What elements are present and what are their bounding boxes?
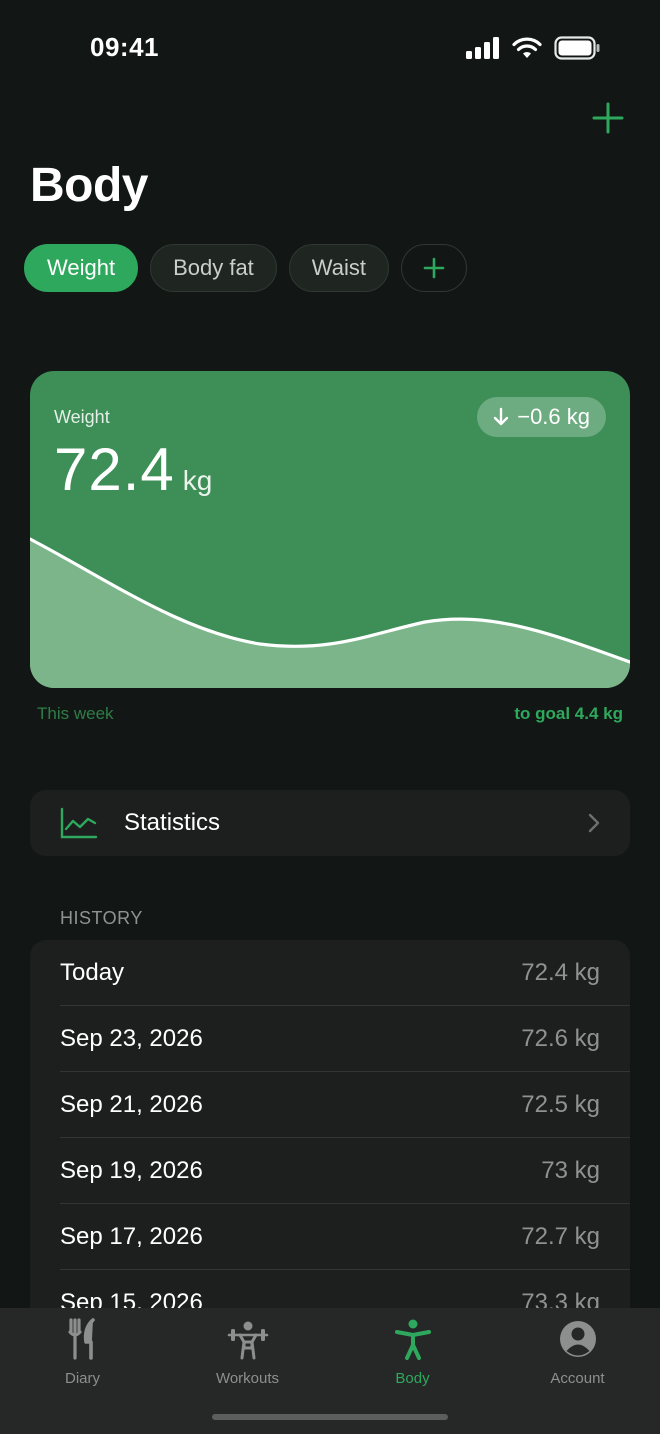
card-footer: This week to goal 4.4 kg [37,704,623,724]
weight-change-value: −0.6 kg [517,404,590,429]
history-row[interactable]: Sep 21, 2026 72.5 kg [30,1072,630,1138]
history-value: 72.6 kg [521,1025,600,1052]
history-date: Sep 23, 2026 [60,1025,203,1052]
card-metric-label: Weight [54,407,110,427]
person-icon [394,1319,431,1360]
history-date: Sep 21, 2026 [60,1091,203,1118]
metric-chips: Weight Body fat Waist [24,244,467,292]
history-value: 73 kg [541,1157,600,1184]
chip-weight[interactable]: Weight [24,244,139,292]
fork-knife-icon [67,1318,95,1360]
page-title: Body [30,159,149,212]
screen: 09:41 Body Weight Body fat Waist Weight … [0,0,660,1434]
tab-account-label: Account [550,1370,605,1387]
home-indicator [212,1414,448,1420]
history-value: 72.7 kg [521,1223,600,1250]
tab-body-label: Body [395,1370,430,1387]
period-label: This week [37,704,114,723]
history-value: 72.5 kg [521,1091,600,1118]
battery-icon [554,36,600,60]
history-date: Sep 19, 2026 [60,1157,203,1184]
history-value: 72.4 kg [521,959,600,986]
history-title: HISTORY [60,908,143,928]
history-date: Today [60,959,125,986]
tab-diary[interactable]: Diary [0,1308,165,1434]
line-chart-icon [60,807,98,839]
history-list: Today 72.4 kg Sep 23, 2026 72.6 kg Sep 2… [30,940,630,1360]
history-row[interactable]: Sep 23, 2026 72.6 kg [30,1006,630,1072]
history-row[interactable]: Today 72.4 kg [30,940,630,1006]
weight-trend-area [30,539,630,688]
tab-workouts-label: Workouts [215,1370,280,1387]
current-weight: 72.4 kg [54,435,212,504]
weight-change-badge: −0.6 kg [477,397,606,437]
status-icons [466,36,600,60]
wifi-icon [512,37,542,58]
status-time: 09:41 [90,32,159,62]
history-row[interactable]: Sep 17, 2026 72.7 kg [30,1204,630,1270]
account-circle-icon [559,1321,596,1357]
statistics-label: Statistics [124,809,221,836]
add-metric-button[interactable] [400,244,467,292]
statistics-row[interactable]: Statistics [30,790,630,856]
current-weight-unit: kg [182,465,213,496]
tab-account[interactable]: Account [495,1308,660,1434]
chip-body-fat[interactable]: Body fat [150,244,277,292]
history-date: Sep 17, 2026 [60,1223,203,1250]
current-weight-value: 72.4 [54,436,175,503]
plus-icon [423,257,445,279]
goal-label: to goal 4.4 kg [514,704,623,723]
weightlifter-icon [227,1321,268,1360]
signal-icon [466,37,499,59]
chevron-right-icon [588,813,600,833]
history-row[interactable]: Sep 19, 2026 73 kg [30,1138,630,1204]
chip-waist[interactable]: Waist [288,244,389,292]
add-entry-button[interactable] [590,100,626,136]
weight-card[interactable]: Weight 72.4 kg −0.6 kg [30,371,630,688]
arrow-down-icon [494,407,509,426]
tab-diary-label: Diary [64,1370,100,1387]
